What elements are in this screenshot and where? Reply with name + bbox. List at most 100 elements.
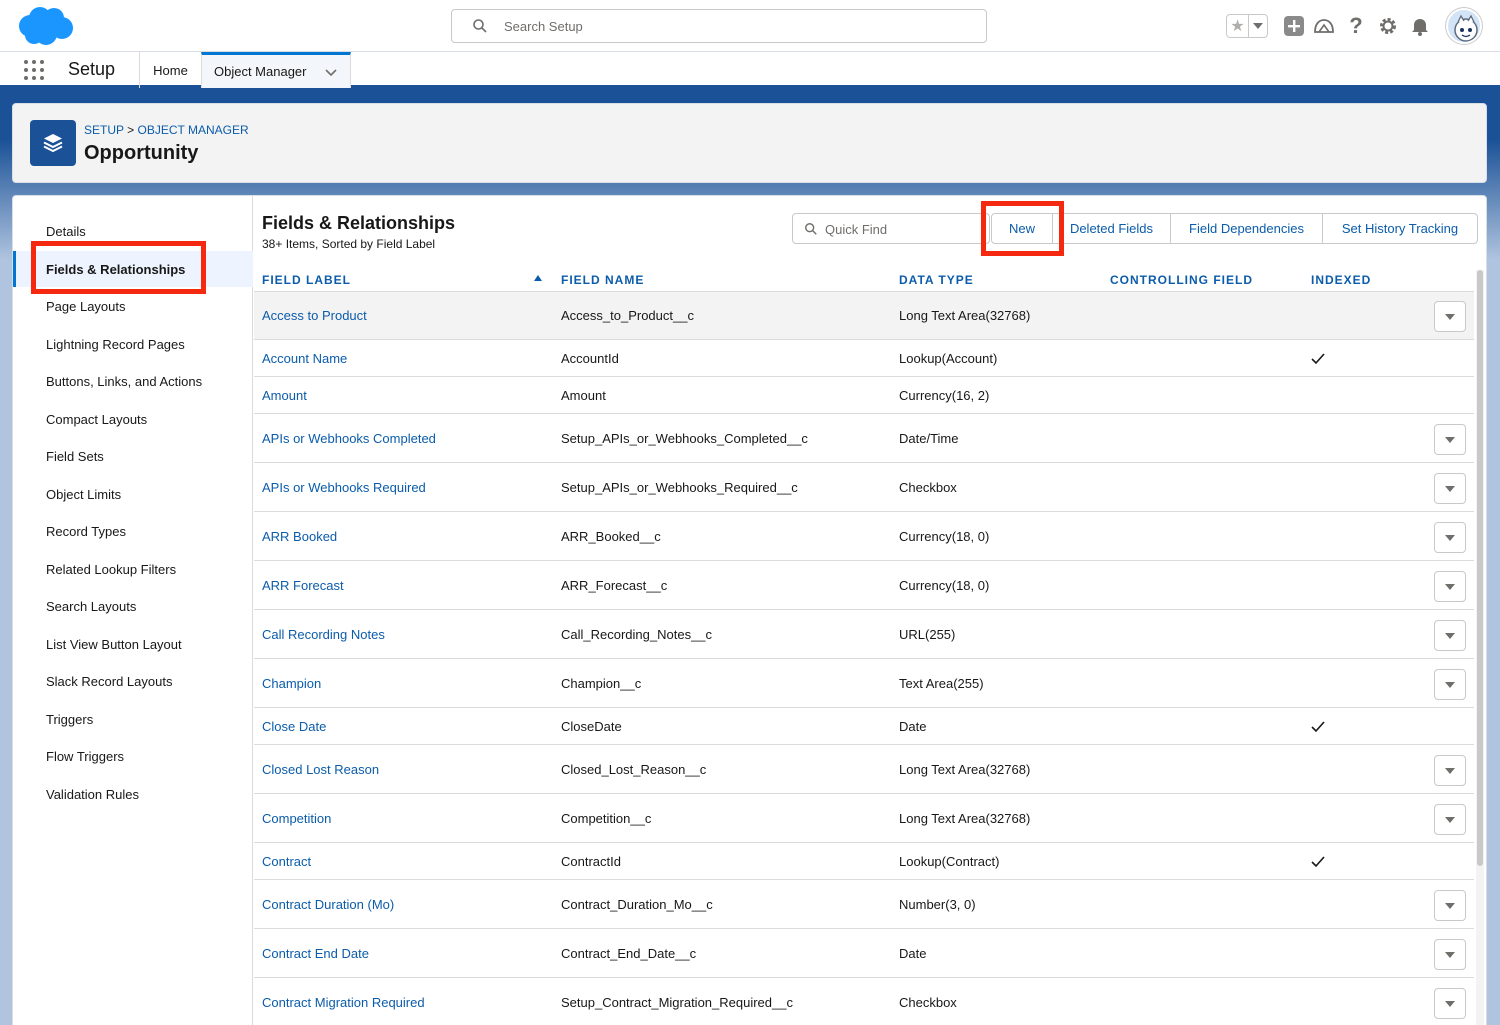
col-header-field-name[interactable]: FIELD NAME	[561, 273, 644, 287]
new-button[interactable]: New	[991, 213, 1053, 244]
chevron-down-icon	[1445, 816, 1455, 823]
favorites-list-button[interactable]	[1249, 15, 1267, 37]
row-actions-button[interactable]	[1434, 669, 1466, 700]
deleted-fields-button[interactable]: Deleted Fields	[1052, 213, 1171, 244]
field-data-type: Lookup(Account)	[899, 351, 998, 366]
col-header-field-label[interactable]: FIELD LABEL	[262, 273, 351, 287]
table-row: Access to Product Access_to_Product__c Lon…	[254, 292, 1474, 340]
sidebar-item-lightning-record-pages[interactable]: Lightning Record Pages	[13, 326, 253, 362]
sidebar-item-compact-layouts[interactable]: Compact Layouts	[13, 401, 253, 437]
field-api-name: ARR_Booked__c	[561, 529, 661, 544]
sidebar-item-search-layouts[interactable]: Search Layouts	[13, 588, 253, 624]
breadcrumb-object-manager-link[interactable]: OBJECT MANAGER	[138, 123, 249, 137]
sidebar-item-field-sets[interactable]: Field Sets	[13, 438, 253, 474]
user-avatar[interactable]	[1446, 8, 1482, 44]
trailhead-icon	[1314, 19, 1334, 33]
sidebar-item-slack-record-layouts[interactable]: Slack Record Layouts	[13, 663, 253, 699]
sidebar-item-label: List View Button Layout	[46, 636, 182, 652]
row-actions-button[interactable]	[1434, 522, 1466, 553]
field-label-link[interactable]: Amount	[262, 388, 307, 403]
row-actions-button[interactable]	[1434, 988, 1466, 1019]
row-actions-button[interactable]	[1434, 424, 1466, 455]
row-actions-button[interactable]	[1434, 620, 1466, 651]
sidebar-item-page-layouts[interactable]: Page Layouts	[13, 288, 253, 324]
breadcrumb-setup-link[interactable]: SETUP	[84, 123, 124, 137]
field-api-name: Closed_Lost_Reason__c	[561, 762, 707, 777]
sidebar-item-validation-rules[interactable]: Validation Rules	[13, 776, 253, 812]
sidebar-item-label: Field Sets	[46, 448, 104, 464]
col-header-controlling-field[interactable]: CONTROLLING FIELD	[1110, 273, 1253, 287]
sidebar-item-details[interactable]: Details	[13, 213, 253, 249]
tab-home[interactable]: Home	[139, 52, 201, 88]
chevron-down-icon[interactable]	[324, 65, 338, 79]
field-data-type: Checkbox	[899, 480, 957, 495]
sidebar-item-label: Compact Layouts	[46, 411, 148, 427]
field-label-link[interactable]: Contract End Date	[262, 946, 369, 961]
notifications-button[interactable]	[1408, 14, 1432, 38]
trailhead-button[interactable]	[1312, 14, 1336, 38]
sort-ascending-icon[interactable]	[534, 275, 542, 281]
sidebar-item-list-view-button-layout[interactable]: List View Button Layout	[13, 626, 253, 662]
field-label-link[interactable]: Call Recording Notes	[262, 627, 385, 642]
content-title: Fields & Relationships	[262, 213, 456, 233]
col-header-indexed[interactable]: INDEXED	[1311, 273, 1371, 287]
sidebar-item-object-limits[interactable]: Object Limits	[13, 476, 253, 512]
setup-gear-button[interactable]	[1376, 14, 1400, 38]
sidebar-item-label: Object Limits	[46, 486, 122, 502]
field-label-link[interactable]: Champion	[262, 676, 321, 691]
row-actions-button[interactable]	[1434, 939, 1466, 970]
field-label-link[interactable]: Contract Migration Required	[262, 995, 425, 1010]
chevron-down-icon	[1253, 23, 1263, 29]
indexed-check-icon	[1311, 353, 1325, 365]
row-actions-button[interactable]	[1434, 473, 1466, 504]
set-history-tracking-button[interactable]: Set History Tracking	[1322, 213, 1478, 244]
scrollbar-thumb[interactable]	[1477, 270, 1483, 866]
app-name: Setup	[68, 59, 116, 79]
field-dependencies-button[interactable]: Field Dependencies	[1170, 213, 1323, 244]
field-label-link[interactable]: Closed Lost Reason	[262, 762, 379, 777]
sidebar-item-record-types[interactable]: Record Types	[13, 513, 253, 549]
field-label-link[interactable]: APIs or Webhooks Required	[262, 480, 426, 495]
field-api-name: Contract_End_Date__c	[561, 946, 697, 961]
sidebar-item-flow-triggers[interactable]: Flow Triggers	[13, 738, 253, 774]
help-button[interactable]: ?	[1344, 13, 1368, 38]
context-bar: Setup Home Object Manager	[0, 52, 1500, 88]
favorites-group[interactable]: ★	[1226, 14, 1268, 38]
row-actions-button[interactable]	[1434, 301, 1466, 332]
favorites-star-icon[interactable]: ★	[1227, 15, 1249, 37]
salesforce-logo[interactable]	[16, 6, 74, 46]
chevron-down-icon	[1445, 583, 1455, 590]
field-api-name: Setup_APIs_or_Webhooks_Required__c	[561, 480, 798, 495]
sidebar-item-triggers[interactable]: Triggers	[13, 701, 253, 737]
field-label-link[interactable]: Close Date	[262, 719, 326, 734]
field-data-type: Currency(18, 0)	[899, 578, 990, 593]
app-launcher-icon[interactable]	[24, 60, 44, 80]
field-label-link[interactable]: Contract Duration (Mo)	[262, 897, 394, 912]
field-label-link[interactable]: ARR Booked	[262, 529, 337, 544]
chevron-down-icon	[1445, 534, 1455, 541]
sidebar-item-fields-relationships[interactable]: Fields & Relationships	[13, 251, 253, 287]
tab-object-manager[interactable]: Object Manager	[201, 52, 351, 88]
row-actions-button[interactable]	[1434, 755, 1466, 786]
field-label-link[interactable]: Account Name	[262, 351, 347, 366]
col-header-data-type[interactable]: DATA TYPE	[899, 273, 974, 287]
field-data-type: Currency(18, 0)	[899, 529, 990, 544]
row-actions-button[interactable]	[1434, 890, 1466, 921]
field-label-link[interactable]: ARR Forecast	[262, 578, 344, 593]
field-label-link[interactable]: Contract	[262, 854, 311, 869]
field-label-link[interactable]: Access to Product	[262, 308, 367, 323]
row-actions-button[interactable]	[1434, 804, 1466, 835]
setup-search-input[interactable]: Search Setup	[451, 9, 987, 43]
sidebar-item-buttons-links-actions[interactable]: Buttons, Links, and Actions	[13, 363, 253, 399]
field-data-type: Long Text Area(32768)	[899, 762, 1031, 777]
table-scrollbar[interactable]	[1476, 270, 1484, 1025]
sidebar-item-related-lookup-filters[interactable]: Related Lookup Filters	[13, 551, 253, 587]
field-label-link[interactable]: APIs or Webhooks Completed	[262, 431, 436, 446]
row-actions-button[interactable]	[1434, 571, 1466, 602]
quick-find-input[interactable]: Quick Find	[792, 213, 990, 244]
table-row: Competition Competition__c Long Text Area(…	[254, 794, 1474, 843]
global-add-button[interactable]	[1282, 14, 1306, 38]
field-api-name: Competition__c	[561, 811, 652, 826]
field-api-name: Setup_Contract_Migration_Required__c	[561, 995, 793, 1010]
field-label-link[interactable]: Competition	[262, 811, 331, 826]
